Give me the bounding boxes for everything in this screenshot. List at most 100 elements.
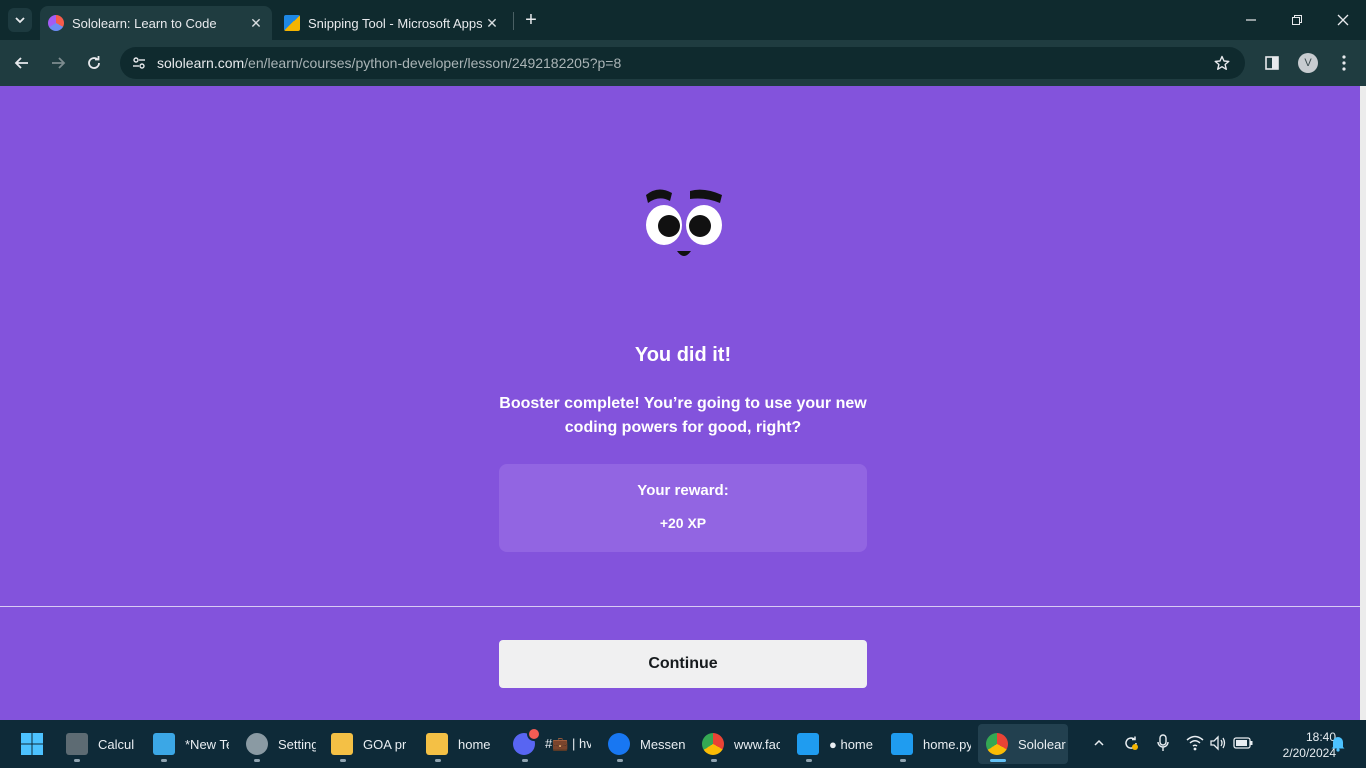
taskbar-app-label: Setting (278, 736, 316, 752)
bell-icon (1331, 737, 1345, 752)
taskbar-app-chrome-facebook[interactable]: www.fac (702, 724, 780, 764)
start-button[interactable] (20, 732, 44, 756)
show-hidden-icons-button[interactable] (1088, 732, 1110, 754)
running-indicator (435, 759, 441, 762)
back-button[interactable] (7, 48, 37, 78)
vscode-icon (891, 733, 913, 755)
notification-badge (527, 727, 541, 741)
minimize-button[interactable] (1228, 0, 1274, 40)
wifi-tray-button[interactable] (1184, 732, 1206, 754)
speaker-icon (1210, 735, 1226, 751)
notifications-button[interactable] (1327, 732, 1349, 754)
running-indicator (161, 759, 167, 762)
taskbar-app-label: *New Te (185, 736, 229, 752)
tab-snipping-tool[interactable]: Snipping Tool - Microsoft Apps ✕ (276, 6, 508, 40)
calculator-icon (66, 733, 88, 755)
taskbar-clock-date[interactable]: 2/20/2024 (1256, 746, 1336, 760)
kebab-menu-icon (1342, 55, 1346, 71)
sync-icon (1125, 736, 1138, 750)
taskbar-app-label: home (458, 736, 491, 752)
running-indicator (522, 759, 528, 762)
side-panel-icon (1265, 56, 1279, 70)
tab-search-button[interactable] (8, 8, 32, 32)
footer-divider (0, 606, 1360, 607)
microphone-icon (1157, 734, 1169, 751)
taskbar-app-chrome-sololearn[interactable]: Sololear (986, 724, 1066, 764)
arrow-right-icon (52, 57, 66, 69)
discord-icon (513, 727, 541, 755)
taskbar-app-label: #💼 | hv (545, 736, 591, 751)
forward-button[interactable] (43, 48, 73, 78)
page-title: You did it! (634, 344, 732, 366)
sync-tray-button[interactable] (1120, 732, 1142, 754)
messenger-icon (608, 733, 630, 755)
taskbar-app-label: www.fac (734, 736, 780, 752)
taskbar-app-messenger[interactable]: Messen (608, 724, 686, 764)
microsoft-store-icon (284, 15, 300, 31)
running-indicator (254, 759, 260, 762)
taskbar-app-label: GOA pr (363, 736, 407, 752)
taskbar-app-notepad[interactable]: *New Te (153, 724, 229, 764)
reload-icon (88, 56, 100, 69)
chrome-icon (986, 733, 1008, 755)
new-tab-button[interactable]: + (519, 8, 543, 32)
tab-sololearn[interactable]: Sololearn: Learn to Code ✕ (40, 6, 272, 40)
chrome-icon (702, 733, 724, 755)
taskbar-app-vscode-2[interactable]: home.py (891, 724, 971, 764)
taskbar-app-label: Sololear (1018, 736, 1066, 752)
wifi-icon (1186, 735, 1204, 751)
close-tab-icon[interactable]: ✕ (246, 13, 266, 33)
taskbar-app-vscode-1[interactable]: ● home (797, 724, 875, 764)
taskbar-app-folder-goa[interactable]: GOA pr (331, 724, 409, 764)
close-tab-icon[interactable]: ✕ (482, 13, 502, 33)
close-window-button[interactable] (1320, 0, 1366, 40)
battery-icon (1233, 737, 1253, 749)
restore-icon (1292, 15, 1302, 25)
minimize-icon (1246, 19, 1256, 21)
page-scrollbar[interactable] (1360, 86, 1366, 720)
taskbar-app-discord[interactable]: #💼 | hv (513, 724, 591, 764)
running-indicator (900, 759, 906, 762)
taskbar-app-calculator[interactable]: Calcul (66, 724, 136, 764)
taskbar-app-label: Messen (640, 736, 686, 752)
reward-xp-value: +20 XP (659, 515, 707, 531)
taskbar-app-folder-home[interactable]: home (426, 724, 496, 764)
url-text[interactable]: sololearn.com/en/learn/courses/python-de… (157, 55, 621, 71)
settings-icon (246, 733, 268, 755)
running-indicator (74, 759, 80, 762)
running-indicator (617, 759, 623, 762)
tab-title: Snipping Tool - Microsoft Apps (308, 15, 482, 31)
profile-initial: V (1304, 57, 1312, 69)
sololearn-favicon-icon (48, 15, 64, 31)
site-info-button[interactable] (128, 52, 150, 74)
vscode-icon (797, 733, 819, 755)
running-indicator (806, 759, 812, 762)
tune-icon (133, 57, 145, 69)
battery-tray-button[interactable] (1232, 732, 1254, 754)
reload-button[interactable] (79, 48, 109, 78)
taskbar-app-label: home.py (923, 736, 971, 752)
chevron-up-icon (1094, 739, 1104, 746)
bookmark-button[interactable] (1210, 52, 1234, 74)
arrow-left-icon (14, 57, 28, 69)
windows-logo-icon (21, 733, 43, 755)
taskbar-app-label: Calcul (98, 736, 135, 752)
chevron-down-icon (15, 17, 25, 24)
url-path: /en/learn/courses/python-developer/lesso… (244, 55, 622, 71)
tab-separator (513, 12, 514, 30)
continue-button[interactable]: Continue (499, 640, 867, 688)
running-indicator (711, 759, 717, 762)
side-panel-button[interactable] (1260, 52, 1284, 74)
mascot-face-icon (646, 189, 722, 256)
browser-menu-button[interactable] (1334, 52, 1354, 74)
microphone-tray-button[interactable] (1152, 732, 1174, 754)
running-indicator (340, 759, 346, 762)
tab-title: Sololearn: Learn to Code (72, 15, 217, 31)
restore-button[interactable] (1274, 0, 1320, 40)
notepad-icon (153, 733, 175, 755)
volume-tray-button[interactable] (1207, 732, 1229, 754)
profile-avatar[interactable]: V (1298, 53, 1318, 73)
folder-icon (331, 733, 353, 755)
reward-card (499, 464, 867, 552)
taskbar-app-settings[interactable]: Setting (246, 724, 316, 764)
